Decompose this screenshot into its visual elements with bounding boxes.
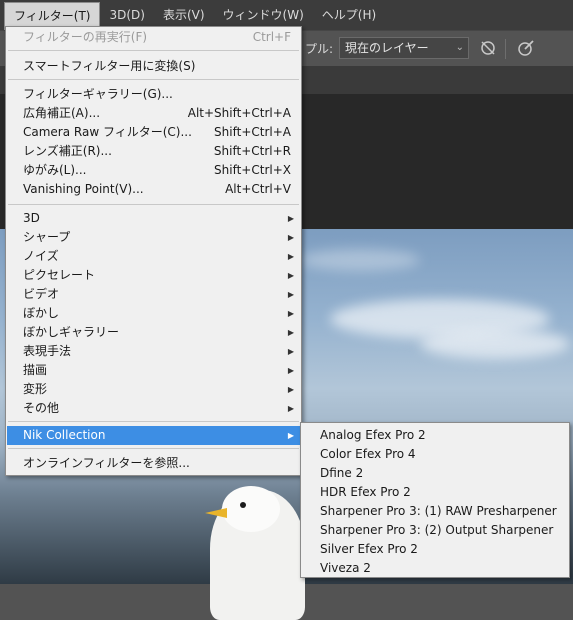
menu-item-label: ビデオ bbox=[23, 287, 60, 301]
menu-item-3d[interactable]: 3D ▶ bbox=[7, 209, 300, 228]
sample-select[interactable]: 現在のレイヤー ⌄ bbox=[339, 37, 469, 59]
submenu-item-hdr-efex[interactable]: HDR Efex Pro 2 bbox=[302, 483, 568, 502]
menu-item-label: 広角補正(A)... bbox=[23, 106, 101, 120]
menu-item-label: フィルターギャラリー(G)... bbox=[23, 87, 173, 101]
menu-item-vanishing-point[interactable]: Vanishing Point(V)... Alt+Ctrl+V bbox=[7, 180, 300, 199]
nik-collection-submenu: Analog Efex Pro 2 Color Efex Pro 4 Dfine… bbox=[300, 422, 570, 578]
menu-item-label: ぼかしギャラリー bbox=[23, 325, 120, 339]
menu-item-convert-smart[interactable]: スマートフィルター用に変換(S) bbox=[7, 57, 300, 76]
submenu-item-dfine[interactable]: Dfine 2 bbox=[302, 464, 568, 483]
filter-menu: フィルターの再実行(F) Ctrl+F スマートフィルター用に変換(S) フィル… bbox=[5, 26, 302, 476]
menu-item-label: 描画 bbox=[23, 363, 48, 377]
menu-item-browse-online[interactable]: オンラインフィルターを参照... bbox=[7, 454, 300, 473]
menu-item-shortcut: Alt+Shift+Ctrl+A bbox=[187, 106, 291, 120]
brush-pressure-icon[interactable] bbox=[516, 38, 536, 58]
chevron-down-icon: ⌄ bbox=[455, 42, 464, 53]
menu-item-shortcut: Ctrl+F bbox=[252, 30, 291, 44]
menu-item-render[interactable]: 描画 ▶ bbox=[7, 361, 300, 380]
menu-item-sharpen[interactable]: シャープ ▶ bbox=[7, 228, 300, 247]
menu-item-adaptive-wide-angle[interactable]: 広角補正(A)... Alt+Shift+Ctrl+A bbox=[7, 104, 300, 123]
menu-item-shortcut: Shift+Ctrl+X bbox=[214, 163, 291, 177]
menu-item-label: 表現手法 bbox=[23, 344, 72, 358]
menu-item-label: ピクセレート bbox=[23, 268, 96, 282]
menu-divider bbox=[8, 421, 299, 422]
menu-item-label: ぼかし bbox=[23, 306, 60, 320]
submenu-arrow-icon: ▶ bbox=[287, 366, 294, 375]
menu-item-label: その他 bbox=[23, 401, 60, 415]
menu-item-shortcut: Alt+Ctrl+V bbox=[225, 182, 291, 196]
menu-item-label: ゆがみ(L)... bbox=[23, 163, 87, 177]
ignore-adjustment-icon[interactable] bbox=[478, 38, 498, 58]
submenu-arrow-icon: ▶ bbox=[287, 252, 294, 261]
menu-item-blur-gallery[interactable]: ぼかしギャラリー ▶ bbox=[7, 323, 300, 342]
menu-item-distort[interactable]: 変形 ▶ bbox=[7, 380, 300, 399]
submenu-item-analog-efex[interactable]: Analog Efex Pro 2 bbox=[302, 426, 568, 445]
menu-item-noise[interactable]: ノイズ ▶ bbox=[7, 247, 300, 266]
menu-item-pixelate[interactable]: ピクセレート ▶ bbox=[7, 266, 300, 285]
submenu-arrow-icon: ▶ bbox=[287, 271, 294, 280]
menu-item-other[interactable]: その他 ▶ bbox=[7, 399, 300, 418]
sample-select-value: 現在のレイヤー bbox=[345, 41, 429, 55]
menu-item-stylize[interactable]: 表現手法 ▶ bbox=[7, 342, 300, 361]
menu-item-filter-gallery[interactable]: フィルターギャラリー(G)... bbox=[7, 85, 300, 104]
menu-item-label: Vanishing Point(V)... bbox=[23, 182, 144, 196]
submenu-arrow-icon: ▶ bbox=[287, 431, 294, 440]
submenu-arrow-icon: ▶ bbox=[287, 214, 294, 223]
submenu-arrow-icon: ▶ bbox=[287, 290, 294, 299]
menu-item-nik-collection[interactable]: Nik Collection ▶ bbox=[7, 426, 300, 445]
submenu-arrow-icon: ▶ bbox=[287, 309, 294, 318]
submenu-arrow-icon: ▶ bbox=[287, 233, 294, 242]
menu-item-label: シャープ bbox=[23, 230, 71, 244]
menu-item-video[interactable]: ビデオ ▶ bbox=[7, 285, 300, 304]
menu-item-label: フィルターの再実行(F) bbox=[23, 30, 148, 44]
menu-divider bbox=[8, 79, 299, 80]
menu-item-label: 3D bbox=[23, 211, 40, 225]
submenu-arrow-icon: ▶ bbox=[287, 328, 294, 337]
seagull-head-image bbox=[222, 486, 280, 532]
menu-item-label: 変形 bbox=[23, 382, 48, 396]
menu-item-lens-correction[interactable]: レンズ補正(R)... Shift+Ctrl+R bbox=[7, 142, 300, 161]
seagull-eye-image bbox=[240, 502, 246, 508]
menu-divider bbox=[8, 448, 299, 449]
submenu-item-color-efex[interactable]: Color Efex Pro 4 bbox=[302, 445, 568, 464]
seagull-beak-image bbox=[205, 508, 227, 518]
menu-item-camera-raw[interactable]: Camera Raw フィルター(C)... Shift+Ctrl+A bbox=[7, 123, 300, 142]
submenu-item-viveza[interactable]: Viveza 2 bbox=[302, 559, 568, 578]
sample-label: プル: bbox=[305, 42, 334, 56]
options-separator bbox=[505, 39, 506, 59]
menu-item-shortcut: Shift+Ctrl+A bbox=[214, 125, 291, 139]
menu-item-liquify[interactable]: ゆがみ(L)... Shift+Ctrl+X bbox=[7, 161, 300, 180]
menu-help[interactable]: ヘルプ(H) bbox=[313, 0, 385, 30]
menu-item-label: ノイズ bbox=[23, 249, 59, 263]
menu-item-shortcut: Shift+Ctrl+R bbox=[213, 144, 291, 158]
menu-item-label: レンズ補正(R)... bbox=[23, 144, 112, 158]
submenu-arrow-icon: ▶ bbox=[287, 347, 294, 356]
submenu-item-sharpener-raw[interactable]: Sharpener Pro 3: (1) RAW Presharpener bbox=[302, 502, 568, 521]
submenu-arrow-icon: ▶ bbox=[287, 385, 294, 394]
menu-item-last-filter: フィルターの再実行(F) Ctrl+F bbox=[7, 28, 300, 47]
submenu-arrow-icon: ▶ bbox=[287, 404, 294, 413]
menu-item-label: Nik Collection bbox=[23, 428, 106, 442]
menu-divider bbox=[8, 50, 299, 51]
menu-item-label: Camera Raw フィルター(C)... bbox=[23, 125, 192, 139]
submenu-item-sharpener-output[interactable]: Sharpener Pro 3: (2) Output Sharpener bbox=[302, 521, 568, 540]
menu-item-blur[interactable]: ぼかし ▶ bbox=[7, 304, 300, 323]
submenu-item-silver-efex[interactable]: Silver Efex Pro 2 bbox=[302, 540, 568, 559]
menu-divider bbox=[8, 204, 299, 205]
